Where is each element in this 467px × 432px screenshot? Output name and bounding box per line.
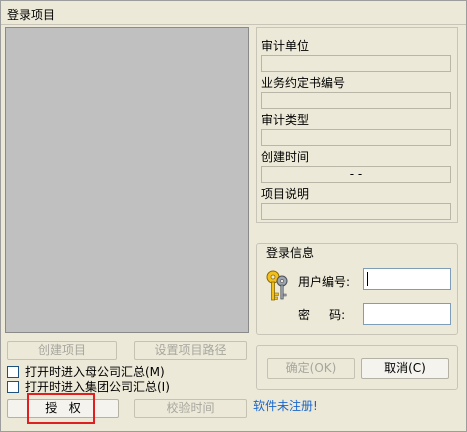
unregistered-status: 软件未注册! — [253, 399, 318, 413]
confirm-button[interactable]: 确定(OK) — [267, 358, 355, 379]
project-info-panel: 审计单位 业务约定书编号 审计类型 创建时间 - - 项目说明 — [256, 27, 458, 223]
created-time-label: 创建时间 — [261, 150, 310, 164]
audit-unit-field — [261, 55, 451, 72]
password-input[interactable] — [363, 303, 451, 325]
login-project-dialog: 登录项目 审计单位 业务约定书编号 审计类型 创建时间 - - 项目说明 登录信… — [0, 0, 467, 432]
login-info-legend: 登录信息 — [263, 244, 318, 261]
created-time-field: - - — [261, 166, 451, 183]
text-caret — [367, 272, 368, 286]
authorize-highlight-box — [27, 393, 95, 424]
keys-icon — [266, 270, 288, 301]
user-id-input[interactable] — [363, 268, 451, 290]
engagement-no-field — [261, 92, 451, 109]
create-project-button[interactable]: 创建项目 — [7, 341, 117, 360]
title-bar: 登录项目 — [1, 1, 466, 25]
audit-unit-label: 审计单位 — [261, 39, 310, 53]
project-desc-label: 项目说明 — [261, 187, 310, 201]
enter-parent-summary-checkbox[interactable] — [7, 365, 19, 378]
project-desc-field — [261, 203, 451, 220]
cancel-button[interactable]: 取消(C) — [361, 358, 449, 379]
enter-group-summary-checkbox[interactable] — [7, 380, 19, 393]
project-list-area[interactable] — [5, 27, 249, 333]
audit-type-field — [261, 129, 451, 146]
password-label: 密 码: — [298, 308, 346, 322]
engagement-no-label: 业务约定书编号 — [261, 76, 346, 90]
set-project-path-button[interactable]: 设置项目路径 — [134, 341, 247, 360]
audit-type-label: 审计类型 — [261, 113, 310, 127]
window-title: 登录项目 — [7, 8, 56, 22]
user-id-label: 用户编号: — [298, 275, 351, 289]
verify-time-button[interactable]: 校验时间 — [134, 399, 247, 418]
